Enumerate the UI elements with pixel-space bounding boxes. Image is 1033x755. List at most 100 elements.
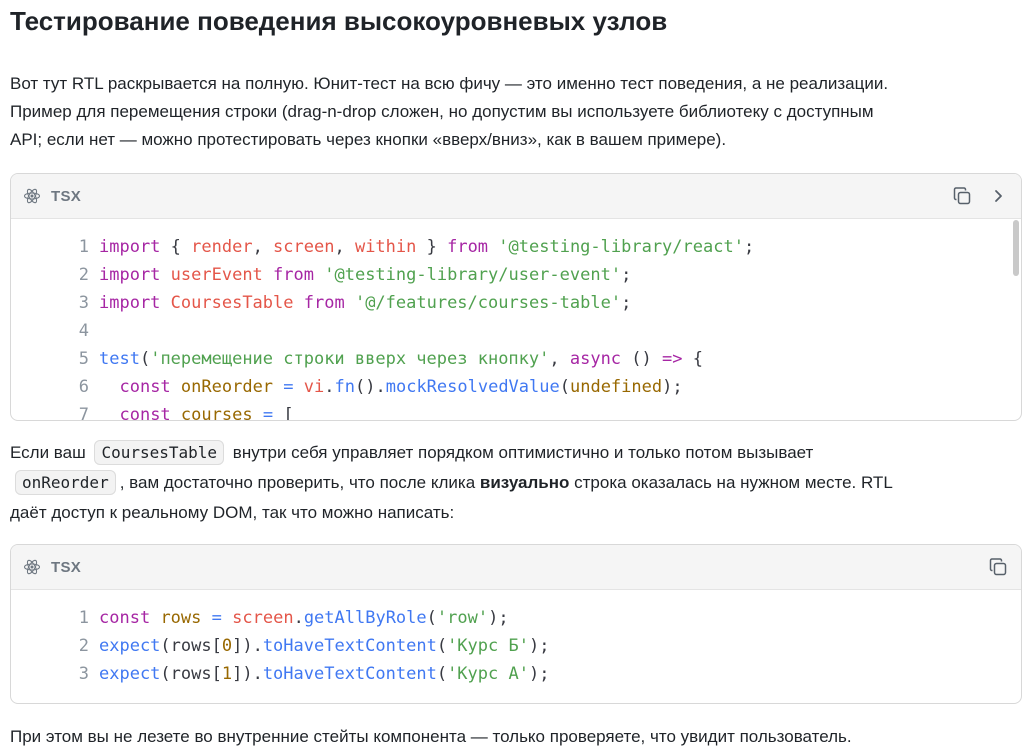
code-line: 1 const rows = screen.getAllByRole('row')… [11, 604, 1021, 632]
code-content[interactable]: 1 const rows = screen.getAllByRole('row')… [11, 590, 1021, 688]
code-line: 3 import CoursesTable from '@/features/co… [11, 289, 1021, 317]
intro-line: API; если нет — можно протестировать чер… [10, 130, 727, 149]
code-token: ( [426, 608, 437, 628]
code-token: CoursesTable [170, 293, 294, 313]
code-line: 2 import userEvent from '@testing-library… [11, 261, 1021, 289]
code-block-header: TSX [11, 545, 1021, 590]
code-token: vi [303, 377, 325, 397]
inline-code: onReorder [15, 470, 116, 495]
copy-button[interactable] [951, 185, 973, 207]
code-block: TSX 1 const rows = screen.getAllByRole('r… [10, 544, 1022, 704]
code-token: . [324, 377, 335, 397]
middle-line: onReorder, вам достаточно проверить, что… [10, 468, 893, 498]
code-token: . [293, 608, 304, 628]
code-token: { [682, 349, 703, 369]
code-token: onReorder [180, 377, 274, 397]
code-token: undefined [569, 377, 663, 397]
code-token: within [354, 237, 417, 257]
code-token: 'Курс А' [447, 664, 529, 684]
bold-text: визуально [479, 473, 570, 492]
code-line: 6 const onReorder = vi.fn().mockResolved… [11, 373, 1021, 401]
code-token: import [99, 237, 161, 257]
intro-line: Вот тут RTL раскрывается на полную. Юнит… [10, 74, 889, 93]
code-token: (rows[ [160, 664, 222, 684]
line-number: 4 [78, 321, 89, 341]
line-number: 1 [78, 237, 89, 257]
code-line: 3 expect(rows[1]).toHaveTextContent('Курс… [11, 660, 1021, 688]
code-token: (). [355, 377, 386, 397]
line-number: 7 [78, 405, 89, 421]
copy-icon [989, 558, 1007, 576]
code-token: const [119, 377, 171, 397]
code-token: '@testing-library/user-event' [324, 265, 622, 285]
chat-message: Тестирование поведения высокоуровневых у… [0, 0, 1033, 755]
copy-icon [953, 187, 971, 205]
code-token: expect [99, 664, 161, 684]
code-token: toHaveTextContent [262, 636, 437, 656]
code-content[interactable]: 1 import { render, screen, within } from … [11, 219, 1021, 421]
section-heading: Тестирование поведения высокоуровневых у… [10, 6, 668, 36]
code-scrollbar[interactable] [1013, 220, 1019, 276]
middle-text: строка оказалась на нужном месте. RTL [574, 473, 893, 492]
inline-code: CoursesTable [94, 440, 225, 465]
code-token: 0 [221, 636, 233, 656]
copy-button[interactable] [987, 556, 1009, 578]
middle-text: Если ваш [10, 443, 86, 462]
code-block-header: TSX [11, 174, 1021, 219]
code-token: import [99, 265, 161, 285]
intro-paragraph: Вот тут RTL раскрывается на полную. Юнит… [10, 70, 888, 154]
line-number: 5 [78, 349, 89, 369]
code-token: toHaveTextContent [262, 664, 437, 684]
code-token: ); [528, 636, 550, 656]
code-token: , [334, 237, 355, 257]
expand-button[interactable] [987, 185, 1009, 207]
line-number: 3 [78, 664, 89, 684]
code-token: render [191, 237, 253, 257]
code-token: ( [436, 664, 448, 684]
code-token: courses [180, 405, 253, 421]
middle-text: , вам достаточно проверить, что после кл… [119, 473, 476, 492]
code-block: TSX 1 import { render, screen, within } f… [10, 173, 1022, 421]
react-icon [23, 188, 41, 204]
code-line: 7 const courses = [ [11, 401, 1021, 421]
code-token: test [99, 349, 140, 369]
code-token: ( [559, 377, 570, 397]
code-token: ( [436, 636, 448, 656]
line-number: 3 [78, 293, 89, 313]
code-token: '@testing-library/react' [498, 237, 744, 257]
code-token: const [99, 608, 151, 628]
code-token: expect [99, 636, 161, 656]
code-token: from [273, 265, 314, 285]
code-token: ( [139, 349, 151, 369]
code-token: async [569, 349, 622, 369]
code-token: screen [232, 608, 294, 628]
code-token: = [283, 377, 294, 397]
code-token: } [416, 237, 448, 257]
code-token: 'перемещение строки вверх через кнопку' [150, 349, 550, 369]
code-token: mockResolvedValue [385, 377, 560, 397]
code-token: = [262, 405, 274, 421]
code-token: (rows[ [160, 636, 222, 656]
code-token: import [99, 293, 161, 313]
code-line: 2 expect(rows[0]).toHaveTextContent('Курс… [11, 632, 1021, 660]
code-token: ); [528, 664, 550, 684]
code-line: 4 [11, 317, 1021, 345]
code-token: 'row' [436, 608, 489, 628]
code-token: screen [273, 237, 335, 257]
code-token: ; [743, 237, 755, 257]
code-token: , [252, 237, 274, 257]
code-token: [ [273, 405, 294, 421]
